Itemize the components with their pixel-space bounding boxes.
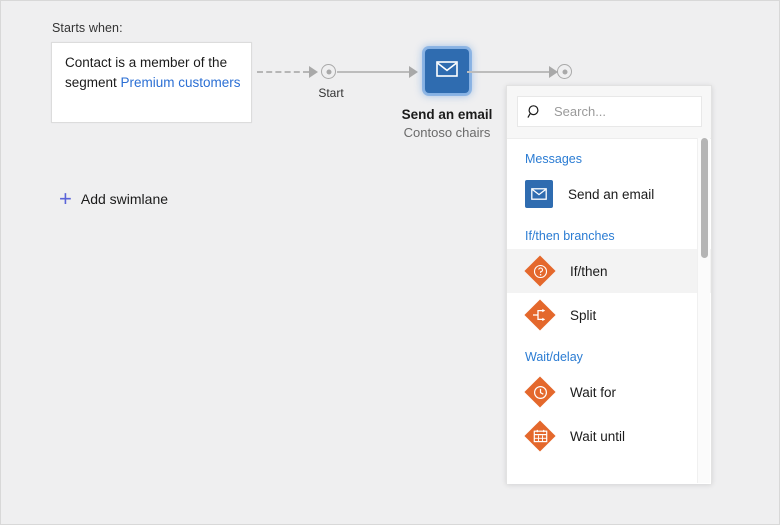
search-input[interactable] [554,104,684,119]
list-item-label: Wait until [570,429,625,444]
list-item-label: Wait for [570,385,616,400]
list-item-if-then[interactable]: If/then [507,249,711,293]
list-item-label: If/then [570,264,608,279]
starts-when-label: Starts when: [52,21,123,35]
search-box[interactable] [517,96,702,127]
search-icon [527,104,543,120]
email-node-subtitle: Contoso chairs [377,125,517,140]
list-item-split[interactable]: Split [507,293,711,337]
trigger-card-text: Contact is a member of the segment Premi… [65,53,245,93]
plus-icon: + [59,188,72,210]
list-item-label: Send an email [568,187,654,202]
list-item-send-an-email[interactable]: Send an email [507,172,711,216]
arrowhead-icon [409,66,418,78]
scrollbar-thumb[interactable] [701,138,708,258]
calendar-icon [525,421,555,451]
start-node-label: Start [313,86,349,100]
email-node-title: Send an email [377,107,517,122]
clock-icon [525,377,555,407]
question-mark-icon [525,256,555,286]
element-list: Messages Send an email If/then branches [507,138,711,484]
list-item-wait-until[interactable]: Wait until [507,414,711,458]
end-node[interactable] [557,64,572,79]
section-header-ifthen-branches: If/then branches [507,216,711,249]
list-item-label: Split [570,308,596,323]
section-header-wait-delay: Wait/delay [507,337,711,370]
segment-link[interactable]: Premium customers [121,75,241,90]
section-header-messages: Messages [507,139,711,172]
vertical-scrollbar[interactable] [697,138,710,483]
envelope-icon [525,180,553,208]
split-branch-icon [525,300,555,330]
element-picker-panel: Messages Send an email If/then branches [506,85,712,484]
send-an-email-node[interactable] [425,49,469,93]
dashed-connector [257,71,309,73]
trigger-card[interactable]: Contact is a member of the segment Premi… [51,42,252,123]
flow-canvas: Starts when: Contact is a member of the … [1,1,779,524]
connector-line-start-to-email [337,71,412,73]
arrowhead-icon [309,66,318,78]
add-swimlane-button[interactable]: + Add swimlane [59,188,168,210]
start-node[interactable] [321,64,336,79]
envelope-icon [436,61,458,82]
connector-line-email-to-end [467,71,553,73]
list-item-wait-for[interactable]: Wait for [507,370,711,414]
add-swimlane-label: Add swimlane [81,191,168,207]
